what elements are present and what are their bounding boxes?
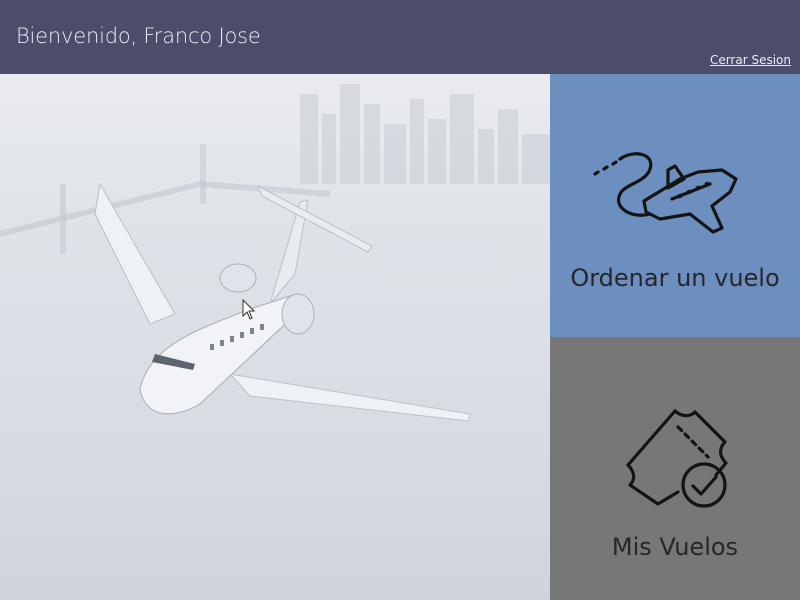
jet-shape <box>94 182 471 422</box>
welcome-message: Bienvenido, Franco Jose <box>16 24 261 48</box>
app-header: Bienvenido, Franco Jose Cerrar Sesion <box>0 0 800 74</box>
my-flights-label: Mis Vuelos <box>611 533 739 561</box>
order-flight-label: Ordenar un vuelo <box>570 264 780 292</box>
logout-link[interactable]: Cerrar Sesion <box>710 53 791 67</box>
hero-image <box>0 74 550 600</box>
ticket-check-icon <box>550 407 800 517</box>
order-flight-tile[interactable]: Ordenar un vuelo <box>550 74 800 337</box>
airplane-route-icon <box>550 144 800 254</box>
my-flights-tile[interactable]: Mis Vuelos <box>550 337 800 600</box>
jet-photo-illustration <box>0 84 550 422</box>
